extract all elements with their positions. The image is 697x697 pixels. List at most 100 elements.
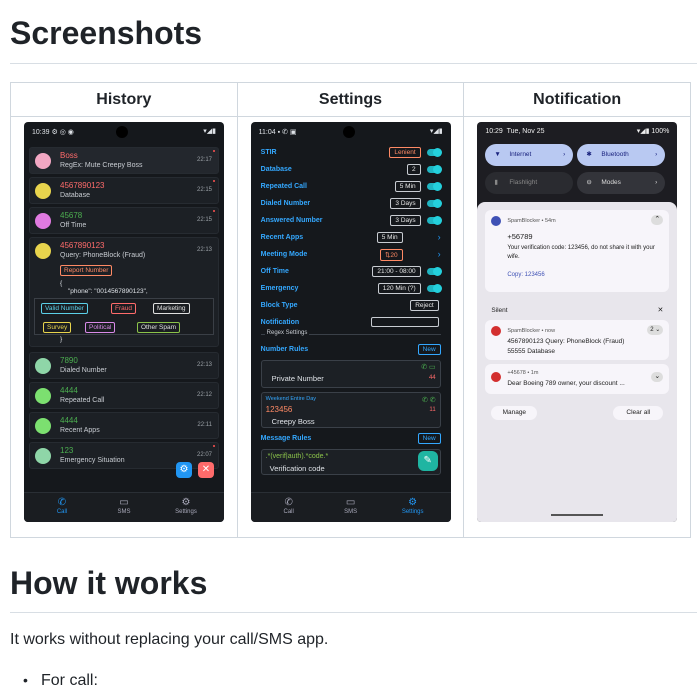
history-row-expanded[interactable]: 4567890123 Query: PhoneBlock (Fraud) 22:… bbox=[29, 237, 219, 347]
tile-label: Flashlight bbox=[509, 179, 538, 186]
unread-dot bbox=[213, 445, 215, 447]
chevron-right-icon[interactable]: › bbox=[438, 232, 441, 242]
history-row[interactable]: Boss RegEx: Mute Creepy Boss 22:17 bbox=[29, 147, 219, 174]
setting-label: Dialed Number bbox=[260, 200, 311, 207]
toggle[interactable] bbox=[426, 267, 442, 276]
tile-modes[interactable]: ⊖ Modes › bbox=[577, 172, 666, 194]
row-time: 22:13 bbox=[196, 247, 212, 253]
nav-call[interactable]: ✆ Call bbox=[42, 497, 82, 515]
history-row[interactable]: 45678 Off Time 22:15 bbox=[29, 207, 219, 234]
tag-fraud[interactable]: Fraud bbox=[111, 303, 136, 314]
nav-settings[interactable]: ⚙ Settings bbox=[393, 497, 433, 515]
rule-pattern: .*(verif|auth).*code.* bbox=[265, 453, 329, 460]
rule-schedule: Weekend Entire Day bbox=[265, 396, 316, 402]
tag-political[interactable]: Political bbox=[85, 322, 116, 333]
tile-flashlight[interactable]: ▮ Flashlight bbox=[485, 172, 574, 194]
tag-other-spam[interactable]: Other Spam bbox=[137, 322, 181, 333]
setting-stir[interactable]: STIR Lenient bbox=[261, 146, 443, 160]
nav-settings[interactable]: ⚙ Settings bbox=[166, 497, 206, 515]
setting-value[interactable]: 3 Days bbox=[390, 215, 421, 226]
setting-value[interactable]: Lenient bbox=[389, 147, 421, 158]
notification-card-sms[interactable]: +45678 • 1m Dear Boeing 789 owner, your … bbox=[485, 364, 670, 394]
rule-private-number[interactable]: Private Number ✆ ▭ 44 bbox=[260, 360, 441, 388]
unread-dot bbox=[213, 180, 215, 182]
expand-badge[interactable]: 2 ⌄ bbox=[647, 325, 664, 335]
toggle[interactable] bbox=[426, 182, 442, 191]
setting-off-time[interactable]: Off Time 21:00 - 08:00 bbox=[261, 265, 443, 279]
row-time: 22:13 bbox=[196, 362, 212, 368]
avatar bbox=[35, 448, 51, 464]
toggle[interactable] bbox=[426, 284, 442, 293]
notification-channels[interactable] bbox=[370, 317, 439, 327]
chevron-right-icon[interactable]: › bbox=[438, 249, 441, 259]
setting-repeated-call[interactable]: Repeated Call 5 Min bbox=[261, 180, 443, 194]
toggle[interactable] bbox=[426, 148, 442, 157]
number-rules-row: Number Rules New bbox=[261, 343, 443, 357]
copy-action[interactable]: Copy: 123456 bbox=[507, 272, 544, 278]
collapse-icon[interactable]: ⌃ bbox=[651, 215, 664, 225]
setting-value[interactable]: Reject bbox=[410, 300, 439, 311]
signal-icon: ▾◢▮ bbox=[429, 128, 443, 135]
section-title-how-it-works: How it works bbox=[10, 565, 208, 601]
clear-all-button[interactable]: Clear all bbox=[613, 406, 664, 420]
setting-answered-number[interactable]: Answered Number 3 Days bbox=[261, 214, 443, 228]
row-number: 4567890123 bbox=[60, 181, 105, 190]
notification-card-spam[interactable]: SpamBlocker • now 2 ⌄ 4567890123 Query: … bbox=[485, 320, 670, 360]
setting-recent-apps[interactable]: Recent Apps 5 Min › bbox=[261, 231, 443, 245]
setting-value[interactable]: 120 Min (?) bbox=[377, 283, 421, 294]
history-cell: 10:39 ⚙ ◎ ◉ ▾◢▮ Boss RegEx: Mute Creepy … bbox=[10, 116, 238, 538]
avatar bbox=[35, 418, 51, 434]
setting-label: Database bbox=[260, 166, 292, 173]
setting-value[interactable]: 3 Days bbox=[390, 198, 421, 209]
toggle[interactable] bbox=[426, 165, 442, 174]
report-number-button[interactable]: Report Number bbox=[60, 265, 113, 276]
rule-verification[interactable]: .*(verif|auth).*code.* Verification code… bbox=[260, 449, 441, 475]
setting-notification[interactable]: Notification bbox=[261, 316, 443, 330]
rule-creepy-boss[interactable]: Weekend Entire Day 123456 Creepy Boss ✆ … bbox=[260, 392, 441, 428]
history-row[interactable]: 4444 Repeated Call 22:12 bbox=[29, 382, 219, 409]
manage-button[interactable]: Manage bbox=[491, 406, 538, 420]
unread-dot bbox=[213, 150, 215, 152]
notification-card-verification[interactable]: SpamBlocker • 54m ⌃ +56789 Your verifica… bbox=[485, 210, 670, 292]
unread-dot bbox=[213, 210, 215, 212]
new-number-rule-button[interactable]: New bbox=[417, 344, 441, 355]
setting-value[interactable]: ⇅20 bbox=[379, 249, 403, 261]
tag-survey[interactable]: Survey bbox=[43, 322, 72, 333]
setting-emergency[interactable]: Emergency 120 Min (?) bbox=[261, 282, 443, 296]
history-row[interactable]: 4444 Recent Apps 22:11 bbox=[29, 412, 219, 439]
setting-database[interactable]: Database 2 bbox=[261, 163, 443, 177]
chevron-down-icon[interactable]: ⌄ bbox=[651, 372, 664, 382]
header-settings: Settings bbox=[236, 82, 465, 117]
new-message-rule-button[interactable]: New bbox=[417, 433, 441, 444]
tile-bluetooth[interactable]: ✱ Bluetooth › bbox=[577, 144, 666, 166]
signal-icon: ▾◢▮ bbox=[203, 128, 216, 135]
close-icon[interactable]: ✕ bbox=[657, 306, 663, 314]
tag-valid-number[interactable]: Valid Number bbox=[41, 303, 88, 314]
setting-value[interactable]: 21:00 - 08:00 bbox=[372, 266, 421, 277]
setting-value[interactable]: 5 Min bbox=[376, 232, 403, 243]
row-number: 123 bbox=[60, 446, 74, 455]
toggle[interactable] bbox=[426, 216, 442, 225]
row-reason: Database bbox=[60, 192, 90, 199]
nav-sms[interactable]: ▭ SMS bbox=[331, 497, 371, 515]
setting-block-type[interactable]: Block Type Reject bbox=[261, 299, 443, 313]
trash-icon[interactable]: ✕ bbox=[198, 462, 214, 478]
setting-label: Notification bbox=[260, 319, 300, 326]
message-rules-row: Message Rules New bbox=[261, 432, 443, 446]
nav-call[interactable]: ✆ Call bbox=[269, 497, 309, 515]
setting-value[interactable]: 2 bbox=[407, 164, 421, 175]
pen-icon[interactable]: ✎ bbox=[417, 451, 438, 471]
history-row[interactable]: 4567890123 Database 22:15 bbox=[29, 177, 219, 204]
history-row[interactable]: 7890 Dialed Number 22:13 bbox=[29, 352, 219, 379]
setting-dialed-number[interactable]: Dialed Number 3 Days bbox=[261, 197, 443, 211]
row-time: 22:17 bbox=[196, 157, 212, 163]
gear-icon[interactable]: ⚙ bbox=[176, 462, 192, 478]
setting-value[interactable]: 5 Min bbox=[394, 181, 421, 192]
nav-sms[interactable]: ▭ SMS bbox=[104, 497, 144, 515]
avatar bbox=[35, 388, 51, 404]
status-time: 11:04 bbox=[258, 129, 276, 136]
toggle[interactable] bbox=[426, 199, 442, 208]
setting-meeting-mode[interactable]: Meeting Mode ⇅20 › bbox=[261, 248, 443, 262]
tag-marketing[interactable]: Marketing bbox=[153, 303, 190, 314]
tile-internet[interactable]: ▼ Internet › bbox=[485, 144, 574, 166]
